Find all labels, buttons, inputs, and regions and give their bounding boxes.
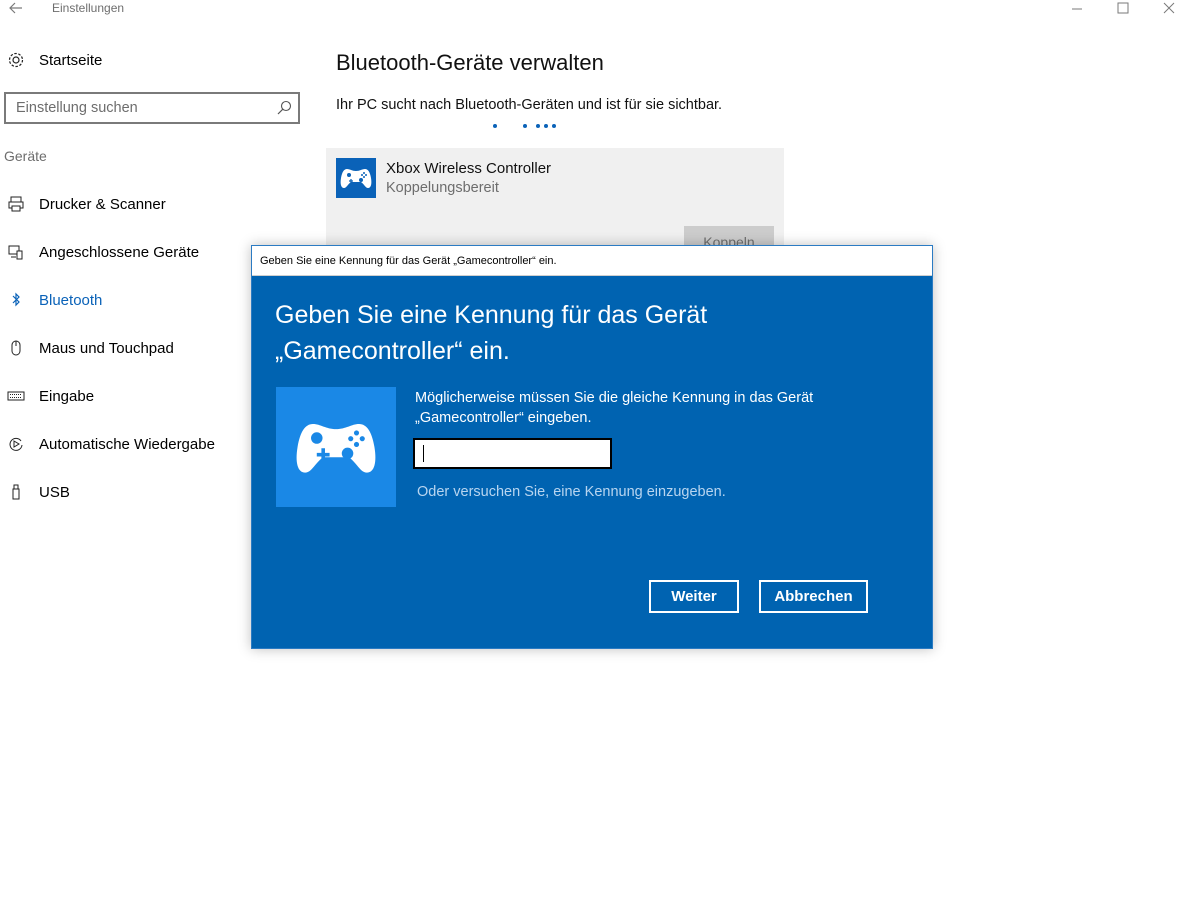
sidebar-item-bluetooth[interactable]: Bluetooth [0,285,102,315]
sidebar-item-label: Maus und Touchpad [39,339,174,357]
dialog-window-title: Geben Sie eine Kennung für das Gerät „Ga… [260,255,557,267]
sidebar-item-label: Angeschlossene Geräte [39,243,200,261]
sidebar-item-label: USB [39,483,70,501]
progress-dot [523,124,527,128]
progress-dot [552,124,556,128]
search-icon[interactable] [276,100,292,116]
sidebar-item-usb[interactable]: USB [0,477,70,507]
sidebar-item-home[interactable]: Startseite [0,45,102,75]
dialog-heading-line: „Gamecontroller“ ein. [275,337,510,365]
dialog-title-bar: Geben Sie eine Kennung für das Gerät „Ga… [252,246,932,276]
sidebar-item-label: Startseite [39,51,103,69]
sidebar-item-label: Drucker & Scanner [39,195,166,213]
alternative-pin-hint[interactable]: Oder versuchen Sie, eine Kennung einzuge… [417,484,726,500]
dialog-heading-line: Geben Sie eine Kennung für das Gerät [275,301,708,329]
device-name: Xbox Wireless Controller [386,160,552,177]
dialog-instruction-line: „Gamecontroller“ eingeben. [415,410,592,426]
page-title: Bluetooth-Geräte verwalten [336,50,604,75]
close-icon[interactable] [1158,0,1179,16]
gear-icon [0,50,32,70]
sidebar-item-autoplay[interactable]: Automatische Wiedergabe [0,429,215,459]
sidebar-item-label: Bluetooth [39,291,103,309]
gamepad-icon [336,158,376,198]
progress-dot [544,124,548,128]
next-button[interactable]: Weiter [649,580,739,613]
section-label-devices: Geräte [4,148,47,164]
bluetooth-icon [0,290,32,310]
pin-input[interactable] [413,438,612,469]
discovery-description: Ihr PC sucht nach Bluetooth-Geräten und … [336,97,723,113]
device-status: Koppelungsbereit [386,180,499,196]
search-placeholder: Einstellung suchen [16,100,138,116]
dialog-heading: Geben Sie eine Kennung für das Gerät „Ga… [275,297,895,369]
printer-icon [0,194,32,214]
sidebar-item-typing[interactable]: Eingabe [0,381,94,411]
maximize-icon[interactable] [1112,0,1134,16]
dialog-instruction-line: Möglicherweise müssen Sie die gleiche Ke… [415,390,814,406]
mouse-icon [0,338,32,358]
sidebar-item-label: Eingabe [39,387,95,405]
title-bar: Einstellungen [0,0,1179,18]
cancel-button[interactable]: Abbrechen [759,580,868,613]
gamepad-icon [276,387,396,507]
progress-dot [536,124,540,128]
search-input[interactable]: Einstellung suchen [4,92,300,124]
device-list-item[interactable]: Xbox Wireless Controller Koppelungsberei… [326,148,784,248]
text-caret [423,445,424,462]
connected-devices-icon [0,242,32,262]
window-title: Einstellungen [52,1,125,15]
sidebar-item-label: Automatische Wiedergabe [39,435,215,453]
usb-icon [0,482,32,502]
pin-dialog: Geben Sie eine Kennung für das Gerät „Ga… [251,245,933,649]
keyboard-icon [0,386,32,406]
autoplay-icon [0,434,32,454]
sidebar-item-printers[interactable]: Drucker & Scanner [0,189,166,219]
sidebar-item-connected-devices[interactable]: Angeschlossene Geräte [0,237,199,267]
minimize-icon[interactable] [1066,0,1088,16]
sidebar-item-mouse[interactable]: Maus und Touchpad [0,333,174,363]
back-arrow-icon[interactable] [6,0,26,16]
progress-dot [493,124,497,128]
dialog-instruction: Möglicherweise müssen Sie die gleiche Ke… [415,388,855,428]
